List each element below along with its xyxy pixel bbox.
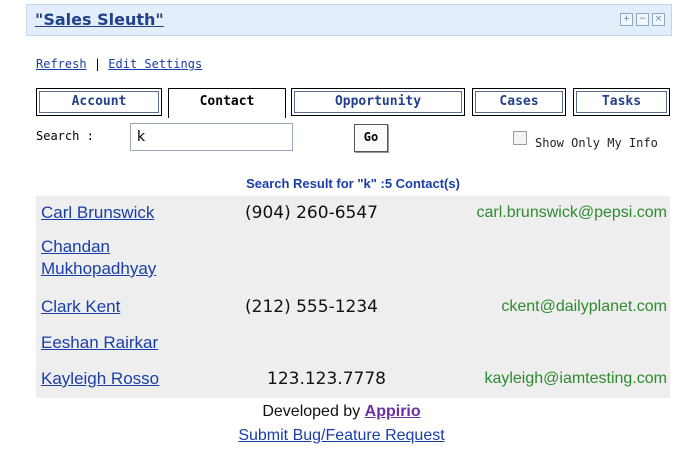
minimize-icon[interactable]: − — [636, 13, 649, 26]
contact-name-link[interactable]: Kayleigh Rosso — [41, 369, 159, 389]
submit-bug-link[interactable]: Submit Bug/Feature Request — [0, 427, 683, 445]
show-only-my-info-label: Show Only My Info — [535, 136, 658, 150]
show-only-my-info-checkbox[interactable] — [513, 131, 527, 145]
tab-account[interactable]: Account — [36, 88, 162, 116]
tab-tasks-label: Tasks — [601, 94, 642, 109]
search-label: Search : — [36, 129, 94, 143]
tab-opportunity-label: Opportunity — [334, 94, 422, 109]
contact-email: ckent@dailyplanet.com — [501, 298, 667, 315]
tab-tasks[interactable]: Tasks — [573, 88, 670, 116]
gadget-title[interactable]: "Sales Sleuth" — [35, 10, 164, 29]
link-separator: | — [93, 57, 102, 71]
sales-sleuth-gadget: "Sales Sleuth" + − × Refresh | Edit Sett… — [0, 0, 683, 469]
contact-name-link[interactable]: Chandan — [41, 237, 110, 257]
action-links: Refresh | Edit Settings — [36, 57, 202, 71]
expand-icon[interactable]: + — [620, 13, 633, 26]
developed-by: Developed by Appirio — [0, 403, 683, 421]
contact-name-link[interactable]: Eeshan Rairkar — [41, 333, 158, 353]
contact-name-link-line2[interactable]: Mukhopadhyay — [41, 259, 156, 279]
search-input[interactable] — [130, 123, 293, 151]
go-button[interactable]: Go — [354, 124, 388, 152]
tab-cases-label: Cases — [499, 94, 539, 109]
tab-opportunity[interactable]: Opportunity — [291, 88, 465, 116]
developed-by-text: Developed by — [262, 403, 361, 420]
tab-account-label: Account — [71, 94, 127, 109]
contact-name-link[interactable]: Carl Brunswick — [41, 203, 154, 223]
search-result-heading: Search Result for "k" :5 Contact(s) — [246, 176, 460, 191]
appirio-link[interactable]: Appirio — [365, 403, 421, 420]
contact-name-link[interactable]: Clark Kent — [41, 297, 120, 317]
tab-contact[interactable]: Contact — [168, 88, 286, 118]
edit-settings-link[interactable]: Edit Settings — [108, 57, 202, 71]
close-icon[interactable]: × — [652, 13, 665, 26]
contact-email: carl.brunswick@pepsi.com — [476, 204, 667, 221]
contact-email: kayleigh@iamtesting.com — [484, 370, 667, 387]
refresh-link[interactable]: Refresh — [36, 57, 87, 71]
contact-phone: (212) 555-1234 — [245, 297, 378, 317]
titlebar-controls: + − × — [620, 13, 665, 26]
tab-contact-label: Contact — [199, 94, 255, 109]
tab-cases[interactable]: Cases — [472, 88, 566, 116]
contact-phone: (904) 260-6547 — [245, 203, 378, 223]
results-list: Carl Brunswick (904) 260-6547 carl.bruns… — [36, 196, 670, 398]
contact-phone: 123.123.7778 — [267, 369, 386, 389]
gadget-titlebar: "Sales Sleuth" + − × — [26, 4, 672, 36]
